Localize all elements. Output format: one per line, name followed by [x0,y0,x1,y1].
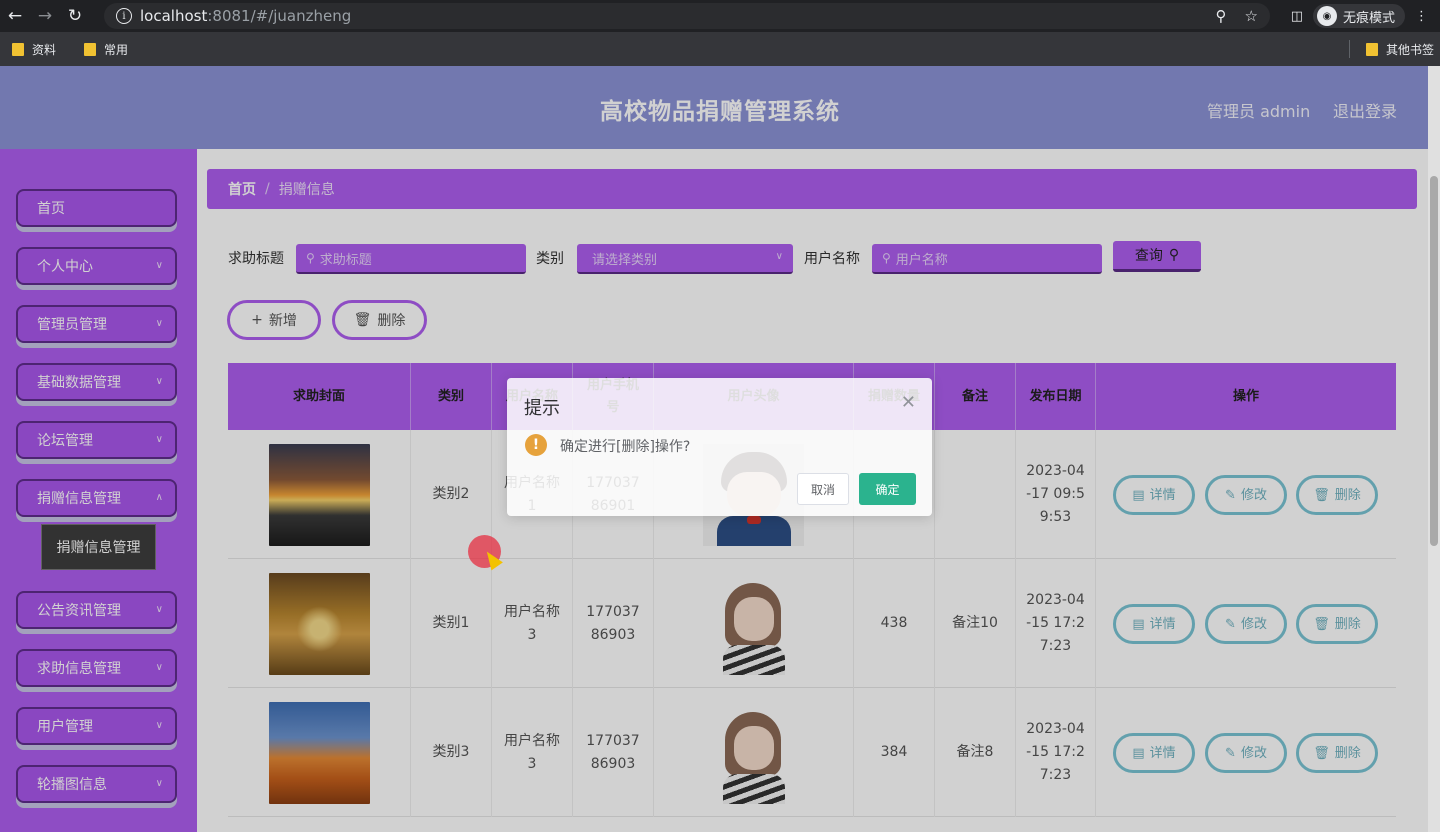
folder-icon [84,42,97,56]
confirm-button[interactable]: 确定 [859,473,916,505]
bookmark-folder-2[interactable]: 常用 [84,41,128,58]
star-icon[interactable]: ☆ [1245,7,1258,25]
incognito-icon: ◉ [1316,6,1337,26]
dialog-title: 提示 [524,398,560,419]
scrollbar-thumb[interactable] [1430,176,1438,546]
reload-icon[interactable]: ↻ [60,0,90,32]
confirm-dialog: 提示 ✕ ! 确定进行[删除]操作? 取消 确定 [507,378,932,516]
dialog-message: 确定进行[删除]操作? [560,439,691,455]
sidepanel-icon[interactable]: ◫ [1291,9,1303,24]
address-bar[interactable]: i localhost :8081/#/juanzheng ⚲ ☆ [104,3,1270,29]
key-icon[interactable]: ⚲ [1216,7,1227,25]
other-bookmarks[interactable]: 其他书签 [1365,41,1434,58]
url-host: localhost [140,7,208,25]
folder-icon [12,42,24,56]
close-icon[interactable]: ✕ [901,392,916,413]
back-icon[interactable]: ← [0,0,30,32]
menu-icon[interactable]: ⋮ [1415,9,1428,24]
browser-toolbar: ← → ↻ i localhost :8081/#/juanzheng ⚲ ☆ … [0,0,1440,32]
site-info-icon[interactable]: i [116,8,132,24]
forward-icon[interactable]: → [30,0,60,32]
bookmark-folder-1[interactable]: 资料 [12,41,56,58]
incognito-label: 无痕模式 [1342,10,1395,26]
bookmarks-divider [1349,40,1350,58]
url-path: :8081/#/juanzheng [207,7,352,25]
cancel-button[interactable]: 取消 [797,473,849,505]
warning-icon: ! [525,434,547,456]
page-scrollbar[interactable] [1428,66,1440,832]
folder-icon [1365,43,1378,56]
bookmarks-bar: 资料 常用 其他书签 [0,32,1440,66]
incognito-badge[interactable]: ◉ 无痕模式 [1312,4,1405,28]
